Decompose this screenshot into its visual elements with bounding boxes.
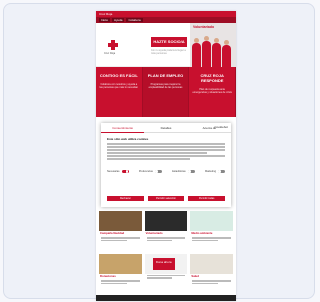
cookie-consent-dialog: Consentimiento Detalles Acerca de Cookie… <box>101 123 231 207</box>
website-screenshot: Cruz Roja Inicio Ayuda Colabora Cruz Roj… <box>96 11 236 301</box>
nav-item-2[interactable]: Ayuda <box>112 18 125 22</box>
toggle-switch[interactable] <box>121 169 129 174</box>
content-grid: Campaña Navidad Voluntariado Medio ambie… <box>96 211 236 294</box>
feature-tile[interactable]: Cruz Roja Responde Plan de respuesta ant… <box>189 67 236 117</box>
card-title: Medio ambiente <box>191 231 213 235</box>
logo-text: Cruz Roja <box>104 52 116 55</box>
toggle-switch[interactable] <box>217 169 225 174</box>
content-card[interactable]: Campaña Navidad <box>99 211 142 251</box>
feature-tile[interactable]: Plan de empleo Programas para mejorar la… <box>142 67 190 117</box>
allow-selection-button[interactable]: Permitir selección <box>147 196 185 201</box>
dialog-body: Este sitio web utiliza cookies <box>101 133 231 166</box>
volunteer-figure <box>192 38 201 67</box>
content-card[interactable]: Voluntariado <box>144 211 188 251</box>
hero-section: Cruz Roja HAZTE SOCIO/A Con tu ayuda pod… <box>96 23 236 67</box>
tile-desc: Programas para mejorar la empleabilidad … <box>148 83 183 90</box>
donate-box[interactable]: Dona ahora <box>152 258 175 270</box>
toggle-marketing[interactable]: Marketing <box>205 169 225 174</box>
reject-button[interactable]: Rechazar <box>107 196 144 201</box>
card-image <box>99 211 142 231</box>
tab-consent[interactable]: Consentimiento <box>101 123 145 133</box>
toggle-switch[interactable] <box>154 169 162 174</box>
card-image <box>190 211 233 231</box>
content-card[interactable]: Donaciones <box>99 254 142 294</box>
nav-item-1[interactable]: Inicio <box>99 18 111 22</box>
text-line <box>107 155 225 157</box>
toggle-switch[interactable] <box>187 169 195 174</box>
card-title: Donaciones <box>100 274 116 278</box>
card-image <box>144 211 188 231</box>
card-title: Campaña Navidad <box>100 231 125 235</box>
dialog-heading: Este sitio web utiliza cookies <box>107 137 149 141</box>
content-card[interactable]: Medio ambiente <box>190 211 233 251</box>
toggle-statistics[interactable]: Estadísticas <box>172 169 195 174</box>
hero-photo: Voluntariado <box>190 23 236 67</box>
dialog-tabs: Consentimiento Detalles Acerca de <box>101 123 231 133</box>
tile-title: Plan de empleo <box>147 73 184 78</box>
become-member-button[interactable]: HAZTE SOCIO/A <box>151 37 187 47</box>
cookiebot-logo: Cookiebot <box>214 125 228 129</box>
feature-tile[interactable]: Contigo es fácil Colabora con nosotros y… <box>96 67 143 117</box>
card-title: Salud <box>191 274 199 278</box>
toggle-necessary[interactable]: Necesarias <box>107 169 129 174</box>
volunteer-figure <box>212 38 221 67</box>
toggle-preferences[interactable]: Preferencias <box>139 169 162 174</box>
dialog-buttons: Rechazar Permitir selección Permitir tod… <box>101 196 231 201</box>
brand-text: Cruz Roja <box>99 12 113 16</box>
text-line <box>107 158 190 160</box>
feature-tiles: Contigo es fácil Colabora con nosotros y… <box>96 67 236 117</box>
content-card[interactable]: Dona ahora <box>144 254 188 294</box>
nav-item-3[interactable]: Colabora <box>126 18 143 22</box>
volunteer-figure <box>222 40 231 67</box>
hero-subtext: Con tu ayuda podemos llegar a más person… <box>151 49 186 55</box>
card-title: Voluntariado <box>145 231 163 235</box>
preview-card: Cruz Roja Inicio Ayuda Colabora Cruz Roj… <box>3 3 315 301</box>
text-line <box>107 143 225 145</box>
text-line <box>107 146 225 148</box>
volunteer-figure <box>202 36 211 67</box>
text-line <box>107 152 208 154</box>
card-image <box>99 254 142 274</box>
tile-desc: Plan de respuesta ante emergencias y sit… <box>192 88 232 95</box>
allow-all-button[interactable]: Permitir todas <box>188 196 226 201</box>
red-cross-logo[interactable]: Cruz Roja <box>104 35 124 55</box>
tile-title: Cruz Roja Responde <box>200 73 224 83</box>
tile-title: Contigo es fácil <box>99 73 138 78</box>
tile-desc: Colabora con nosotros y ayuda a las pers… <box>99 83 139 90</box>
card-image <box>190 254 233 274</box>
hero-photo-title: Voluntariado <box>193 25 215 29</box>
tab-details[interactable]: Detalles <box>144 126 187 130</box>
text-line <box>107 149 225 151</box>
footer <box>96 295 236 301</box>
content-card[interactable]: Salud <box>190 254 233 294</box>
cookie-toggles: Necesarias Preferencias Estadísticas Mar… <box>101 169 231 174</box>
card-image: Dona ahora <box>144 254 188 274</box>
